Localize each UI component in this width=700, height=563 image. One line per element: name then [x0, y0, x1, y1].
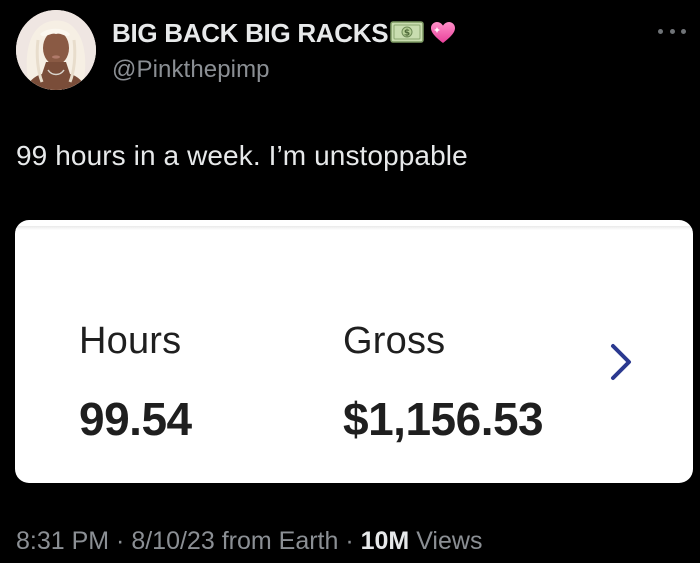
money-bill-emoji-icon: $ [390, 21, 425, 43]
separator-dot: · [338, 527, 361, 555]
separator-dot: · [109, 527, 132, 555]
svg-text:$: $ [404, 29, 410, 39]
more-options-button[interactable] [658, 24, 686, 38]
tweet-time[interactable]: 8:31 PM [16, 527, 109, 555]
avatar[interactable] [16, 10, 96, 90]
views-label: Views [409, 527, 483, 555]
card-top-divider [15, 226, 693, 230]
tweet-text: 99 hours in a week. I’m unstoppable [16, 140, 468, 171]
media-image-card[interactable]: Hours 99.54 Gross $1,156.53 [15, 220, 693, 483]
more-options-icon [658, 28, 663, 34]
author-display-name[interactable]: BIG BACK BIG RACKS [112, 18, 389, 49]
views-count[interactable]: 10M [361, 527, 410, 555]
tweet-date[interactable]: 8/10/23 [131, 527, 214, 555]
tweet-source: from Earth [214, 527, 339, 555]
sparkling-heart-emoji-icon [430, 21, 456, 45]
gross-value: $1,156.53 [343, 393, 544, 445]
author-name-row[interactable]: BIG BACK BIG RACKS $ [112, 18, 456, 48]
hours-label: Hours [79, 320, 182, 362]
tweet-metadata: 8:31 PM · 8/10/23 from Earth · 10M Views [16, 527, 482, 556]
chevron-right-icon[interactable] [605, 340, 637, 384]
hours-value: 99.54 [79, 393, 192, 445]
more-options-icon-dot [669, 28, 675, 34]
gross-label: Gross [343, 320, 446, 362]
avatar-image [16, 10, 96, 90]
more-options-icon-dot [681, 28, 686, 34]
author-handle[interactable]: @Pinkthepimp [112, 56, 270, 84]
